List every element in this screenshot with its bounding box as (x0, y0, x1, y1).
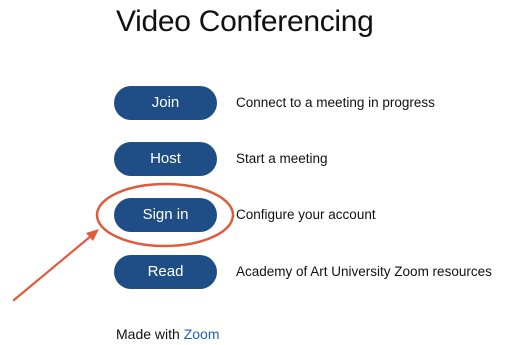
sign-in-description: Configure your account (236, 207, 376, 222)
zoom-link[interactable]: Zoom (184, 326, 220, 342)
footer-prefix: Made with (116, 326, 180, 342)
action-row-read: Read Academy of Art University Zoom reso… (114, 255, 524, 289)
action-row-join: Join Connect to a meeting in progress (114, 86, 524, 120)
sign-in-button[interactable]: Sign in (114, 198, 217, 232)
read-description: Academy of Art University Zoom resources (236, 264, 492, 279)
pointer-arrow-head (86, 229, 99, 241)
read-button[interactable]: Read (114, 255, 217, 289)
action-row-host: Host Start a meeting (114, 142, 524, 176)
host-description: Start a meeting (236, 151, 328, 166)
page: Video Conferencing Join Connect to a mee… (0, 0, 527, 345)
action-row-sign-in: Sign in Configure your account (114, 198, 524, 232)
join-button[interactable]: Join (114, 86, 217, 120)
footer: Made with Zoom (116, 325, 220, 343)
host-button[interactable]: Host (114, 142, 217, 176)
pointer-arrow-line (12, 234, 93, 302)
page-title: Video Conferencing (116, 5, 374, 38)
join-description: Connect to a meeting in progress (236, 95, 435, 110)
